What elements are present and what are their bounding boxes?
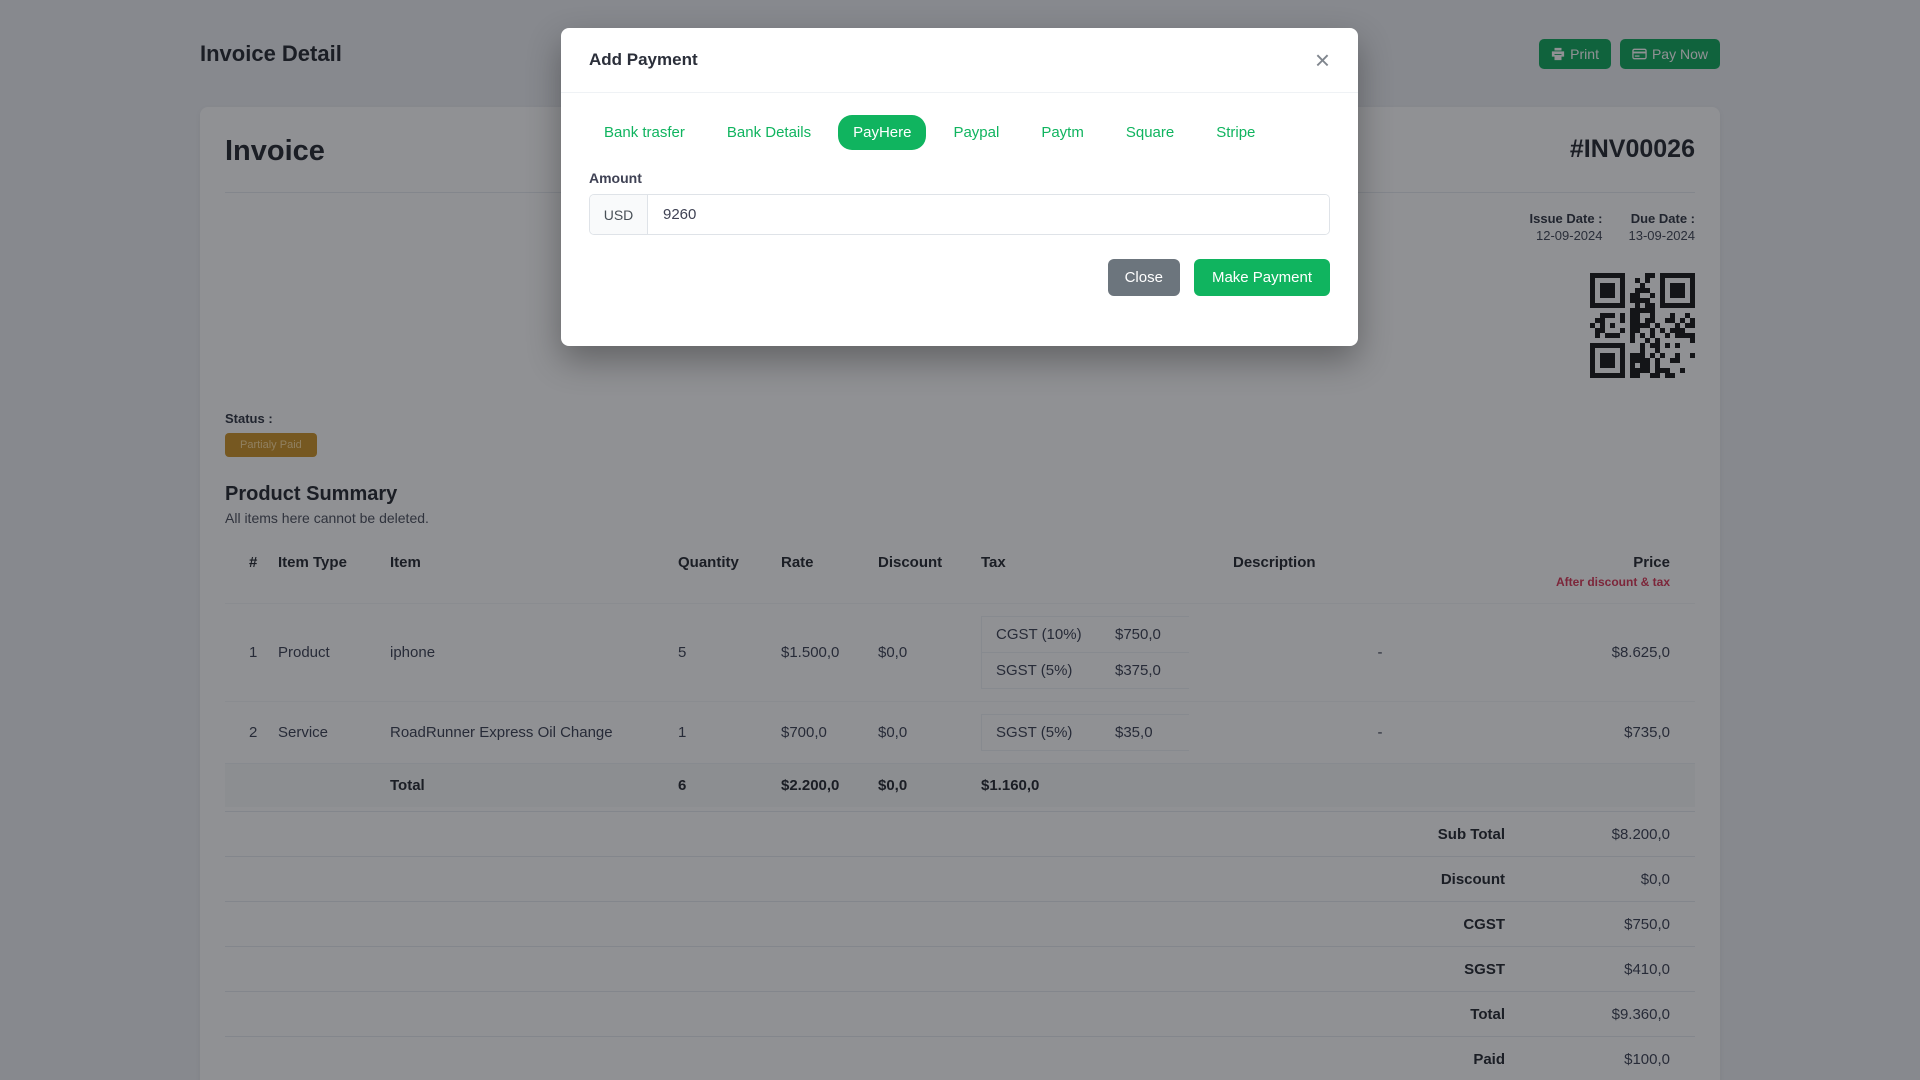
payment-tab-bank-details[interactable]: Bank Details	[712, 115, 826, 150]
payment-method-tabs: Bank trasfer Bank Details PayHere Paypal Pay…	[589, 115, 1330, 150]
make-payment-button[interactable]: Make Payment	[1194, 259, 1330, 296]
modal-footer: Close Make Payment	[589, 259, 1330, 296]
close-icon[interactable]: ×	[1315, 47, 1330, 73]
amount-input-group: USD	[589, 194, 1330, 235]
payment-tab-paytm[interactable]: Paytm	[1026, 115, 1099, 150]
payment-tab-paypal[interactable]: Paypal	[938, 115, 1014, 150]
modal-body: Bank trasfer Bank Details PayHere Paypal Pay…	[561, 93, 1358, 346]
modal-header: Add Payment ×	[561, 28, 1358, 93]
amount-input[interactable]	[648, 195, 1329, 234]
close-button[interactable]: Close	[1108, 259, 1180, 296]
payment-tab-bank-trasfer[interactable]: Bank trasfer	[589, 115, 700, 150]
payment-tab-square[interactable]: Square	[1111, 115, 1189, 150]
payment-tab-stripe[interactable]: Stripe	[1201, 115, 1270, 150]
amount-label: Amount	[589, 170, 1330, 186]
modal-title: Add Payment	[589, 50, 698, 70]
add-payment-modal: Add Payment × Bank trasfer Bank Details Pa…	[561, 28, 1358, 346]
currency-prefix: USD	[590, 195, 648, 234]
payment-tab-payhere[interactable]: PayHere	[838, 115, 926, 150]
